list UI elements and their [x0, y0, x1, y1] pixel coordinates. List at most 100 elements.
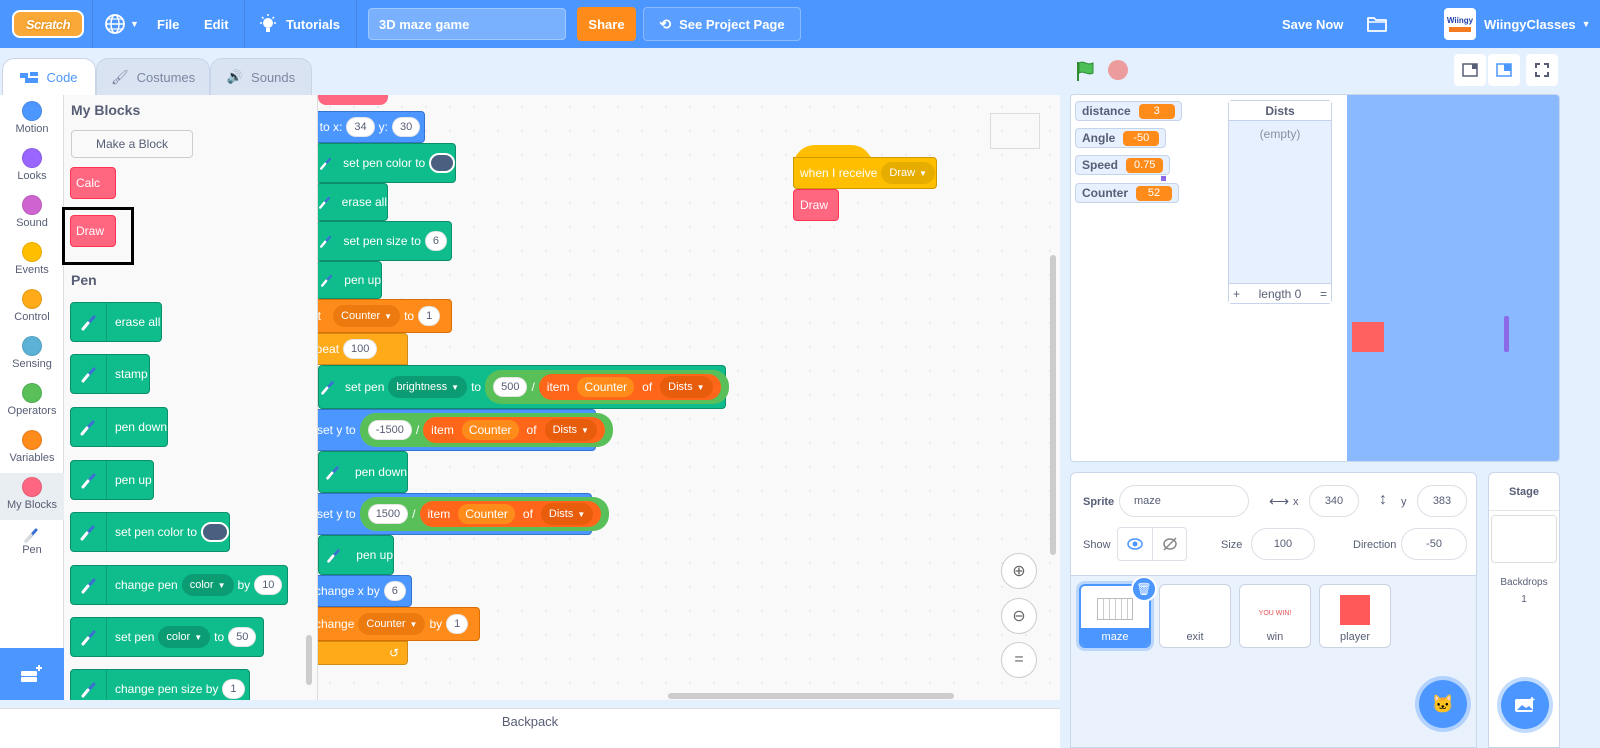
set-pen-color-block[interactable]: set pen color to — [70, 512, 230, 552]
player-sprite[interactable] — [1352, 322, 1384, 352]
variable-monitor-distance[interactable]: distance 3 — [1075, 101, 1182, 121]
tab-sounds[interactable]: 🔊 Sounds — [210, 58, 312, 96]
zoom-reset-button[interactable]: = — [1001, 642, 1037, 678]
category-sound[interactable]: Sound — [0, 191, 64, 238]
sprite-name-input[interactable]: maze — [1119, 485, 1249, 517]
set-variable-block[interactable]: setCounter▼to1 — [318, 299, 452, 333]
draw-call-block[interactable]: Draw — [793, 189, 839, 221]
counter-reporter[interactable]: Counter — [577, 377, 635, 397]
set-y-block[interactable]: set y to 1500/ item Counter of Dists ▼ — [318, 493, 610, 535]
category-my-blocks[interactable]: My Blocks — [0, 473, 64, 520]
message-dropdown[interactable]: Draw ▼ — [881, 162, 935, 184]
variable-dropdown[interactable]: Counter ▼ — [333, 305, 401, 327]
number-input[interactable]: 1 — [418, 306, 441, 326]
share-button[interactable]: Share — [577, 7, 636, 41]
project-title-input[interactable]: 3D maze game — [368, 8, 566, 40]
see-project-page-button[interactable]: ⟲ See Project Page — [643, 7, 801, 41]
number-input[interactable]: -1500 — [367, 420, 412, 440]
stamp-block[interactable]: stamp — [70, 354, 150, 394]
size-input[interactable]: 100 — [1251, 528, 1315, 560]
add-extension-button[interactable] — [0, 648, 64, 700]
number-input[interactable]: 1 — [446, 614, 469, 634]
item-of-list-reporter[interactable]: item Counter of Dists ▼ — [538, 374, 721, 400]
variable-monitor-speed[interactable]: Speed 0.75 — [1075, 155, 1171, 175]
fullscreen-button[interactable] — [1526, 54, 1558, 86]
save-now-button[interactable]: Save Now — [1282, 0, 1343, 48]
resize-handle[interactable]: = — [1320, 287, 1327, 301]
direction-input[interactable]: -50 — [1401, 528, 1467, 560]
item-of-list-reporter[interactable]: item Counter of Dists ▼ — [423, 417, 605, 443]
erase-all-block[interactable]: erase all — [70, 302, 162, 342]
number-input[interactable]: 100 — [343, 339, 378, 359]
category-control[interactable]: Control — [0, 285, 64, 332]
list-dropdown[interactable]: Dists ▼ — [660, 376, 713, 398]
number-input[interactable]: 1500 — [367, 504, 409, 524]
tutorials-button[interactable]: Tutorials — [258, 0, 340, 48]
make-a-block-button[interactable]: Make a Block — [71, 130, 193, 158]
counter-reporter[interactable]: Counter — [461, 420, 519, 440]
add-item-button[interactable]: + — [1233, 287, 1240, 301]
category-variables[interactable]: Variables — [0, 426, 64, 473]
category-motion[interactable]: Motion — [0, 97, 64, 144]
number-input[interactable]: 500 — [493, 377, 528, 397]
sprite-tile-player[interactable]: player — [1319, 584, 1391, 648]
stage-selector[interactable]: Stage Backdrops 1 — [1488, 472, 1560, 748]
category-looks[interactable]: Looks — [0, 144, 64, 191]
palette-scrollbar[interactable] — [306, 635, 312, 685]
number-input[interactable]: 6 — [383, 581, 406, 601]
x-position-input[interactable]: 340 — [1309, 485, 1359, 517]
avatar[interactable]: Wiingy — [1444, 8, 1476, 40]
green-flag-button[interactable] — [1074, 59, 1098, 86]
pen-up-block[interactable]: pen up — [318, 261, 382, 299]
show-visible-button[interactable] — [1117, 527, 1153, 561]
pen-param-dropdown[interactable]: brightness ▼ — [388, 376, 468, 398]
divide-operator[interactable]: 500/ item Counter of Dists ▼ — [485, 370, 729, 404]
number-input[interactable]: 1 — [222, 679, 245, 699]
show-hidden-button[interactable] — [1153, 527, 1187, 561]
item-of-list-reporter[interactable]: item Counter of Dists ▼ — [419, 501, 602, 527]
stage-canvas[interactable]: distance 3 Angle -50 Speed 0.75 Counter 52 D… — [1070, 94, 1560, 462]
horizontal-scrollbar[interactable] — [668, 693, 954, 699]
pen-down-block[interactable]: pen down — [70, 407, 168, 447]
set-pen-color-block[interactable]: set pen color to — [318, 143, 456, 183]
scratch-logo[interactable]: Scratch — [12, 10, 84, 38]
when-i-receive-block[interactable]: when I receive Draw ▼ — [793, 157, 937, 189]
category-operators[interactable]: Operators — [0, 379, 64, 426]
variable-monitor-angle[interactable]: Angle -50 — [1075, 128, 1167, 148]
set-pen-brightness-block[interactable]: set pen brightness ▼ to 500/item Counter of Dis… — [318, 365, 729, 409]
tab-code[interactable]: Code — [2, 58, 96, 96]
calc-block[interactable]: Calc — [70, 167, 116, 199]
vertical-scrollbar[interactable] — [1050, 255, 1056, 555]
sprite-tile-exit[interactable]: exit — [1159, 584, 1231, 648]
language-menu[interactable]: ▼ — [104, 0, 139, 48]
define-block-partial[interactable] — [318, 95, 388, 105]
erase-all-block[interactable]: erase all — [318, 183, 388, 221]
list-monitor-dists[interactable]: Dists (empty) + length 0 = — [1228, 100, 1332, 304]
list-dropdown[interactable]: Dists ▼ — [544, 419, 597, 441]
divide-operator[interactable]: 1500/ item Counter of Dists ▼ — [359, 497, 610, 531]
category-events[interactable]: Events — [0, 238, 64, 285]
pen-up-block[interactable]: pen up — [318, 535, 394, 575]
zoom-out-button[interactable]: ⊖ — [1001, 598, 1037, 634]
scripts-area[interactable]: go to x:34y:30 set pen color to erase al… — [318, 95, 1060, 700]
category-sensing[interactable]: Sensing — [0, 332, 64, 379]
change-x-block[interactable]: change x by 6 — [318, 575, 412, 607]
color-swatch[interactable] — [201, 522, 229, 542]
category-pen[interactable]: Pen — [0, 520, 64, 567]
large-stage-button[interactable] — [1488, 54, 1520, 86]
change-variable-block[interactable]: change Counter ▼ by 1 — [318, 607, 480, 641]
set-y-block[interactable]: set y to -1500/ item Counter of Dists ▼ — [318, 409, 613, 451]
edit-menu[interactable]: Edit — [204, 0, 229, 48]
change-pen-block[interactable]: change pen color ▼ by 10 — [70, 565, 288, 605]
number-input[interactable]: 6 — [424, 231, 447, 251]
set-pen-block[interactable]: set pen color ▼ to 50 — [70, 617, 264, 657]
tab-costumes[interactable]: 🖌 Costumes — [96, 58, 210, 96]
account-menu[interactable]: WiingyClasses ▼ — [1484, 0, 1591, 48]
list-dropdown[interactable]: Dists ▼ — [540, 503, 594, 525]
x-input[interactable]: 34 — [346, 117, 375, 137]
divide-operator[interactable]: -1500/ item Counter of Dists ▼ — [359, 413, 613, 447]
stop-button[interactable] — [1108, 60, 1128, 80]
choose-sprite-button[interactable]: 🐱 — [1419, 680, 1467, 728]
pen-up-block[interactable]: pen up — [70, 460, 154, 500]
pen-down-block[interactable]: pen down — [318, 451, 408, 493]
